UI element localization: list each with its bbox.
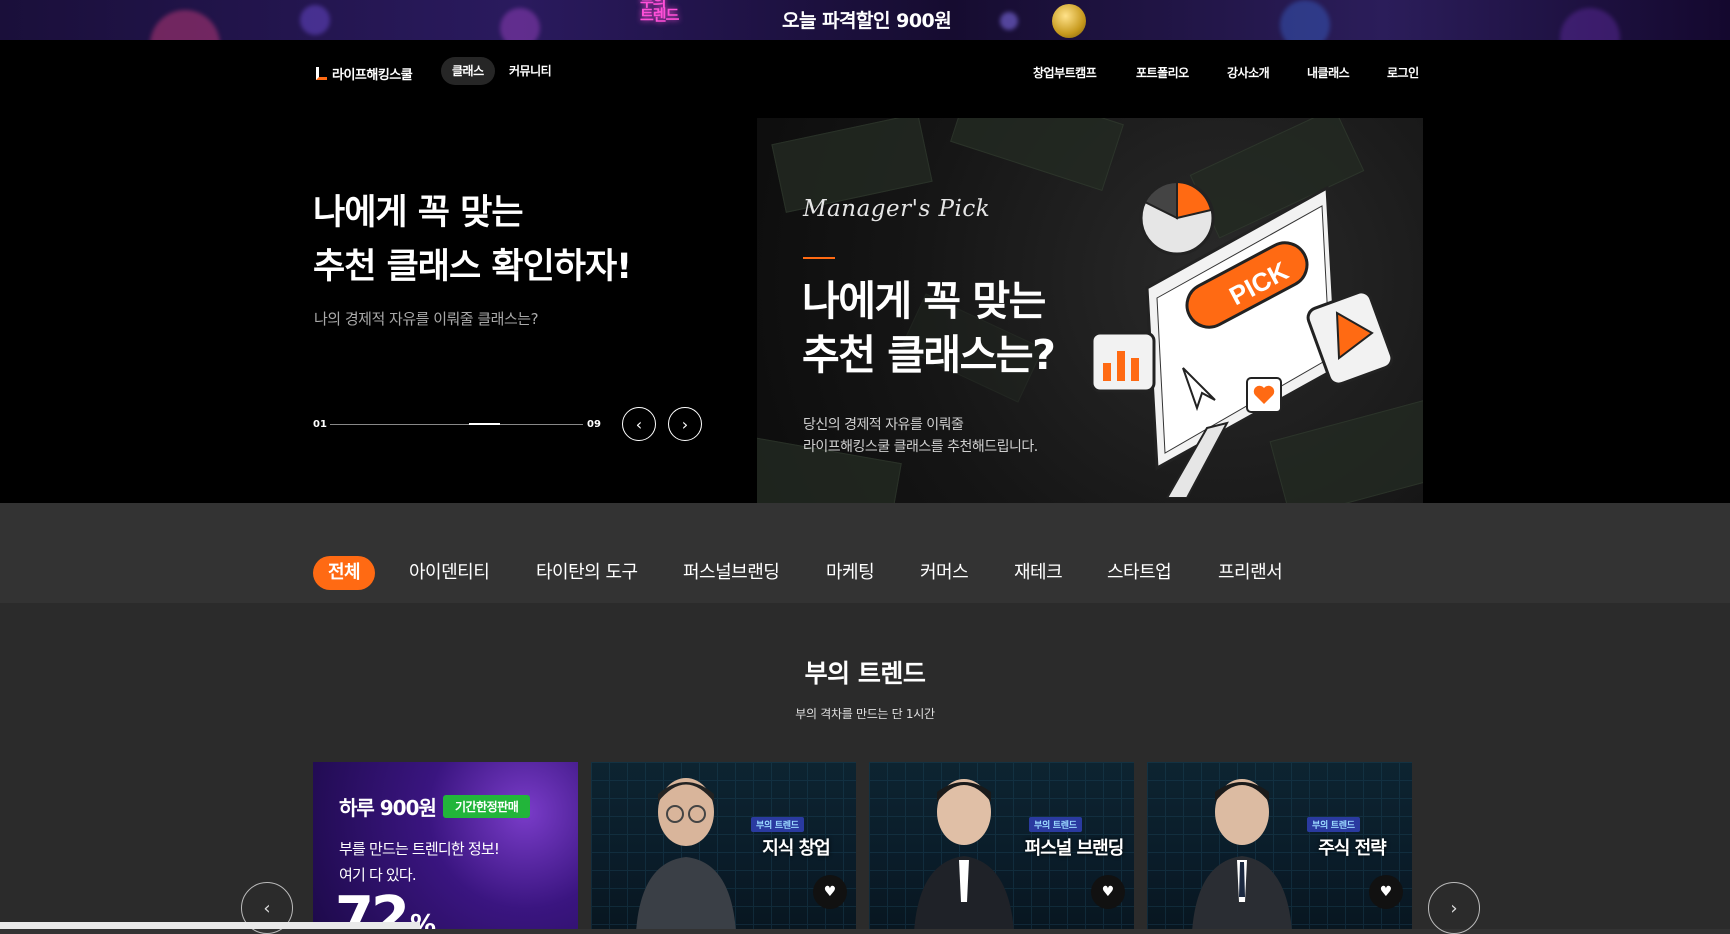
nav-link-bootcamp[interactable]: 창업부트캠프 <box>1033 64 1097 81</box>
monitor-pick-illustration: PICK <box>1090 180 1394 498</box>
logo-mark-icon <box>316 67 327 80</box>
chevron-left-icon: ‹ <box>635 414 643 434</box>
promo-bokeh <box>1000 12 1018 30</box>
hero-banner-card[interactable]: Manager's Pick 나에게 꼭 맞는 추천 클래스는? 당신의 경제적… <box>757 118 1423 522</box>
top-promo-banner[interactable]: 부의 트렌드 오늘 파격할인 900원 <box>0 0 1730 40</box>
main-nav: 라이프해킹스쿨 클래스 커뮤니티 창업부트캠프 포트폴리오 강사소개 내클래스 … <box>0 40 1730 106</box>
section-title: 부의 트렌드 <box>804 659 926 688</box>
pager-progress <box>469 423 500 425</box>
carousel-next-button[interactable]: › <box>1428 882 1480 934</box>
instructor-photo <box>914 779 1014 929</box>
card-title: 나에게 꼭 맞는 추천 클래스는? <box>802 274 1056 382</box>
hero-subtitle: 나의 경제적 자유를 이뤄줄 클래스는? <box>314 310 539 328</box>
promo-card-desc: 부를 만드는 트렌디한 정보! 여기 다 있다. <box>339 836 500 888</box>
category-tab-personal-branding[interactable]: 퍼스널브랜딩 <box>683 556 780 590</box>
hero-prev-button[interactable]: ‹ <box>622 407 656 441</box>
card-tag: 부의 트렌드 <box>751 817 804 832</box>
nav-link-portfolio[interactable]: 포트폴리오 <box>1136 64 1189 81</box>
card-script-label: Manager's Pick <box>803 196 991 222</box>
chevron-left-icon: ‹ <box>263 897 271 919</box>
hero-section: 나에게 꼭 맞는 추천 클래스 확인하자! 나의 경제적 자유를 이뤄줄 클래스… <box>0 106 1730 522</box>
card-accent-line <box>803 257 835 259</box>
nav-tab-community[interactable]: 커뮤니티 <box>498 57 562 85</box>
card-title: 지식 창업 <box>762 838 831 859</box>
category-tab-titan-tools[interactable]: 타이탄의 도구 <box>536 556 638 590</box>
category-tab-marketing[interactable]: 마케팅 <box>826 556 875 590</box>
instructor-photo <box>1192 779 1292 929</box>
promo-card-desc-line: 부를 만드는 트렌디한 정보! <box>339 840 500 858</box>
promo-bokeh <box>1280 0 1330 40</box>
coin-icon <box>1052 4 1086 38</box>
logo-text: 라이프해킹스쿨 <box>332 68 413 83</box>
favorite-heart-icon[interactable]: ♥ <box>813 875 847 909</box>
promo-bokeh <box>1560 8 1620 40</box>
category-tab-identity[interactable]: 아이덴티티 <box>409 556 490 590</box>
hero-next-button[interactable]: › <box>668 407 702 441</box>
nav-link-login[interactable]: 로그인 <box>1387 64 1419 81</box>
card-tag: 부의 트렌드 <box>1029 817 1082 832</box>
card-desc-line: 라이프해킹스쿨 클래스를 추천해드립니다. <box>803 439 1038 455</box>
favorite-heart-icon[interactable]: ♥ <box>1369 875 1403 909</box>
site-logo[interactable]: 라이프해킹스쿨 <box>316 64 413 83</box>
hero-title-line: 추천 클래스 확인하자! <box>313 247 632 287</box>
limited-sale-badge: 기간한정판매 <box>443 795 531 818</box>
chevron-right-icon: › <box>1450 897 1458 919</box>
card-title: 주식 전략 <box>1318 838 1387 859</box>
class-card[interactable]: 부의 트렌드 주식 전략 ♥ <box>1147 762 1412 929</box>
card-desc-line: 당신의 경제적 자유를 이뤄줄 <box>803 417 964 433</box>
promo-bokeh <box>300 5 330 35</box>
section-subtitle: 부의 격차를 만드는 단 1시간 <box>795 707 935 721</box>
nav-link-instructors[interactable]: 강사소개 <box>1227 64 1270 81</box>
category-tab-investment[interactable]: 재테크 <box>1014 556 1063 590</box>
promo-badge: 부의 트렌드 <box>640 0 679 24</box>
promo-text: 오늘 파격할인 900원 <box>782 10 952 32</box>
pager-current: 01 <box>313 419 327 430</box>
promo-class-card[interactable]: 하루 900원 기간한정판매 부를 만드는 트렌디한 정보! 여기 다 있다. … <box>313 762 578 929</box>
card-title-line: 나에게 꼭 맞는 <box>802 277 1046 325</box>
category-bar: 전체 아이덴티티 타이탄의 도구 퍼스널브랜딩 마케팅 커머스 재테크 스타트업… <box>0 503 1730 603</box>
category-tab-commerce[interactable]: 커머스 <box>920 556 969 590</box>
nav-tab-class[interactable]: 클래스 <box>441 57 495 85</box>
promo-card-title: 하루 900원 <box>339 796 437 820</box>
nav-link-my-class[interactable]: 내클래스 <box>1307 64 1350 81</box>
category-tab-all[interactable]: 전체 <box>313 556 376 590</box>
chevron-right-icon: › <box>681 414 689 434</box>
card-description: 당신의 경제적 자유를 이뤄줄 라이프해킹스쿨 클래스를 추천해드립니다. <box>803 414 1038 458</box>
pager-track <box>330 424 583 425</box>
card-title: 퍼스널 브랜딩 <box>1024 838 1125 859</box>
hero-title-line: 나에게 꼭 맞는 <box>313 193 524 233</box>
class-card[interactable]: 부의 트렌드 지식 창업 ♥ <box>591 762 856 929</box>
category-tab-freelancer[interactable]: 프리랜서 <box>1218 556 1283 590</box>
promo-bokeh <box>500 8 540 40</box>
promo-bokeh <box>150 10 220 40</box>
category-tab-startup[interactable]: 스타트업 <box>1107 556 1172 590</box>
card-title-line: 추천 클래스는? <box>802 331 1056 379</box>
bottom-scroll-strip <box>0 922 420 929</box>
card-tag: 부의 트렌드 <box>1307 817 1360 832</box>
trend-section <box>0 603 1730 929</box>
hero-title: 나에게 꼭 맞는 추천 클래스 확인하자! <box>313 186 632 294</box>
pager-total: 09 <box>587 419 601 430</box>
instructor-photo <box>636 778 736 929</box>
class-card[interactable]: 부의 트렌드 퍼스널 브랜딩 ♥ <box>869 762 1134 929</box>
favorite-heart-icon[interactable]: ♥ <box>1091 875 1125 909</box>
